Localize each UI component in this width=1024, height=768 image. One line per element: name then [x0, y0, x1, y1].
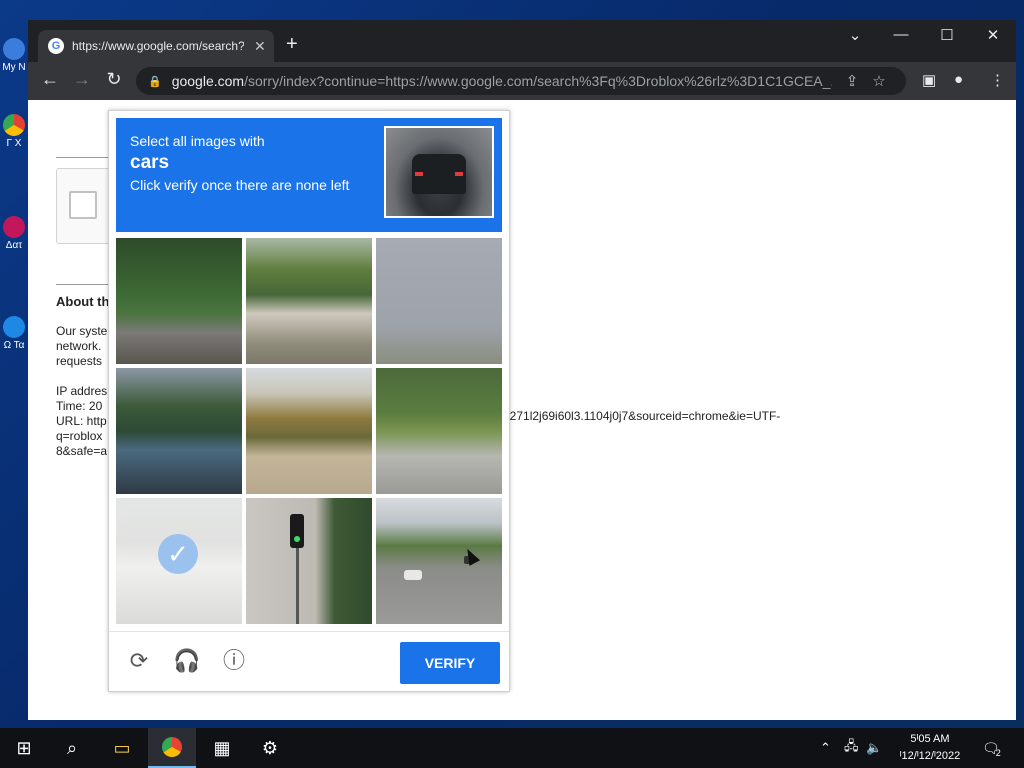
grid-tile-2[interactable]: [246, 238, 372, 364]
image-grid: ✓: [116, 238, 502, 624]
audio-challenge-icon[interactable]: 🎧: [173, 648, 200, 674]
grid-tile-9[interactable]: [376, 498, 502, 624]
para-line: network.: [56, 339, 102, 353]
tab-close-icon[interactable]: ✕: [254, 38, 266, 55]
desktop-icon-3[interactable]: Δατ: [0, 216, 28, 251]
desktop-icon-1[interactable]: My N: [0, 38, 28, 73]
tab-title: https://www.google.com/search?: [72, 39, 244, 53]
reload-challenge-icon[interactable]: ⟳: [126, 648, 152, 674]
address-bar[interactable]: 🔒 google.com/sorry/index?continue=https:…: [136, 67, 906, 95]
side-panel-icon[interactable]: ▣: [922, 71, 936, 89]
desktop-icon-label: Ω Τα: [3, 340, 25, 351]
desktop-app-icon: [3, 114, 25, 136]
small-car-shape: [404, 570, 422, 580]
share-icon[interactable]: ⇪: [846, 72, 859, 90]
notifications-button[interactable]: 🗨 2: [982, 728, 1001, 768]
verify-button[interactable]: VERIFY: [400, 642, 500, 684]
divider: [56, 157, 116, 158]
start-button[interactable]: ⊞: [0, 728, 48, 768]
grid-tile-8[interactable]: [246, 498, 372, 624]
profile-icon[interactable]: ●: [954, 71, 963, 88]
desktop-icon-label: Δατ: [5, 240, 23, 251]
network-icon[interactable]: 🖧: [844, 728, 859, 768]
challenge-header: Select all images with cars Click verify…: [116, 118, 502, 232]
desktop-icon-2[interactable]: Γ X: [0, 114, 28, 149]
lock-icon: 🔒: [148, 75, 162, 88]
desktop-icon-label: My N: [2, 62, 26, 73]
tray-chevron-icon[interactable]: ⌃: [820, 728, 831, 768]
minimize-button[interactable]: —: [886, 26, 916, 43]
url-domain: google.com: [171, 73, 245, 89]
traffic-light-shape: [290, 514, 304, 548]
grid-tile-3[interactable]: [376, 238, 502, 364]
close-button[interactable]: ✕: [978, 26, 1008, 44]
tail-light-shape: [455, 172, 463, 176]
chrome-logo-icon: [162, 737, 182, 757]
recaptcha-checkbox[interactable]: [69, 191, 97, 219]
url-path: /sorry/index?continue=https://www.google…: [244, 73, 832, 89]
info-line: Time: 20: [56, 399, 103, 413]
grid-tile-7[interactable]: ✓: [116, 498, 242, 624]
forward-arrow-icon[interactable]: →: [70, 69, 94, 90]
info-line: URL: http: [56, 414, 107, 428]
desktop-icon-label: Γ X: [6, 138, 22, 149]
info-line: q=roblox: [56, 429, 103, 443]
info-line: IP addres: [56, 384, 108, 398]
green-light-shape: [294, 536, 300, 542]
tail-light-shape: [415, 172, 423, 176]
browser-tab[interactable]: G https://www.google.com/search? ✕: [38, 30, 274, 62]
chrome-icon[interactable]: [148, 728, 196, 768]
desktop-app-icon: [3, 38, 25, 60]
info-icon[interactable]: ⓘ: [221, 648, 247, 674]
clock-date: ᴵ12/ᴵ12/ᴵ2022: [899, 750, 961, 762]
grid-tile-6[interactable]: [376, 368, 502, 494]
sample-image: [384, 126, 494, 218]
search-icon[interactable]: ⌕: [48, 728, 96, 768]
para-line: Our syste: [56, 324, 108, 338]
google-favicon-icon: G: [48, 38, 64, 54]
captcha-challenge: Select all images with cars Click verify…: [108, 110, 510, 692]
tab-search-icon[interactable]: ⌄: [840, 26, 870, 44]
settings-gear-icon[interactable]: ⚙: [246, 728, 294, 768]
para-line: requests: [56, 354, 103, 368]
target-object-label: cars: [130, 152, 170, 173]
desktop-app-icon: [3, 316, 25, 338]
instruction-line: Click verify once there are none left: [130, 177, 350, 193]
pole-shape: [296, 548, 299, 624]
clock[interactable]: 5ᴵ05 AM ᴵ12/ᴵ12/ᴵ2022: [880, 731, 980, 765]
toolbar: ← → ↻ 🔒 google.com/sorry/index?continue=…: [28, 62, 1016, 100]
desktop-app-icon: [3, 216, 25, 238]
desktop-icon-4[interactable]: Ω Τα: [0, 316, 28, 351]
taskbar: ⊞ ⌕ ▭ ▦ ⚙ ⌃ 🖧 🔈 5ᴵ05 AM ᴵ12/ᴵ12/ᴵ2022 🗨 …: [0, 728, 1024, 768]
new-tab-button[interactable]: +: [286, 34, 298, 54]
challenge-footer: ⟳ 🎧 ⓘ VERIFY: [109, 631, 509, 692]
info-line: 8&safe=a: [56, 444, 108, 458]
instruction-line: Select all images with: [130, 133, 265, 149]
checkmark-icon: ✓: [158, 534, 198, 574]
grid-tile-1[interactable]: [116, 238, 242, 364]
reload-icon[interactable]: ↻: [102, 69, 126, 90]
back-arrow-icon[interactable]: ←: [38, 69, 62, 90]
bookmark-star-icon[interactable]: ☆: [872, 72, 885, 90]
title-bar: G https://www.google.com/search? ✕ + ⌄ —…: [28, 20, 1016, 62]
grid-tile-4[interactable]: [116, 368, 242, 494]
url-tail-text: i271l2j69i60l3.1104j0j7&sourceid=chrome&…: [507, 409, 781, 423]
menu-dots-icon[interactable]: ⋮: [990, 71, 1005, 89]
file-explorer-icon[interactable]: ▭: [98, 728, 146, 768]
divider: [56, 284, 116, 285]
maximize-button[interactable]: ☐: [932, 26, 962, 44]
grid-tile-5[interactable]: [246, 368, 372, 494]
photos-icon[interactable]: ▦: [198, 728, 246, 768]
clock-time: 5ᴵ05 AM: [910, 733, 950, 745]
url-text: google.com/sorry/index?continue=https://…: [172, 73, 832, 89]
notification-count: 2: [995, 748, 1001, 758]
about-heading: About th: [56, 294, 110, 309]
